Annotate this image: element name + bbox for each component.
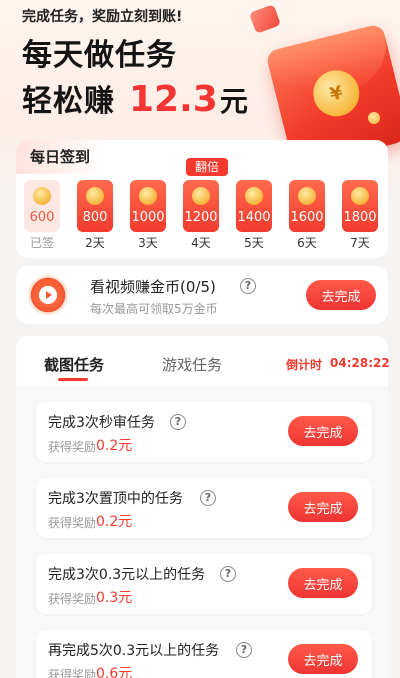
checkin-day-label: 3天 [138, 236, 158, 250]
checkin-day-5[interactable]: 1400 5天 [236, 180, 272, 252]
checkin-day-3[interactable]: 1000 3天 [130, 180, 166, 252]
help-icon[interactable]: ? [236, 642, 252, 658]
coin-icon [86, 187, 104, 205]
coin-icon [245, 187, 263, 205]
task-name: 完成3次秒审任务 [48, 415, 155, 431]
checkin-day-6[interactable]: 1600 6天 [289, 180, 325, 252]
checkin-title: 每日签到 [16, 140, 106, 174]
task-item: 完成3次秒审任务 ? 获得奖励 0.2元 去完成 [36, 402, 372, 462]
task-name: 完成3次置顶中的任务 [48, 491, 183, 507]
task-item: 完成3次置顶中的任务 ? 获得奖励 0.2元 去完成 [36, 478, 372, 538]
help-icon[interactable]: ? [170, 414, 186, 430]
task-name: 完成3次0.3元以上的任务 [48, 567, 206, 583]
help-icon[interactable]: ? [200, 490, 216, 506]
reward-label: 获得奖励 [48, 516, 97, 530]
reward-amount: 0.2元 [96, 514, 133, 530]
hero-earn-text: 轻松赚 [22, 84, 115, 119]
reward-amount: 0.6元 [96, 666, 133, 678]
reward-label: 获得奖励 [48, 668, 97, 678]
checkin-day-label: 6天 [297, 236, 317, 250]
tab-game-tasks[interactable]: 游戏任务 [162, 354, 222, 375]
help-icon[interactable]: ? [220, 566, 236, 582]
reward-amount: 0.3元 [96, 590, 133, 606]
reward-amount: 0.2元 [96, 438, 133, 454]
task-complete-button[interactable]: 去完成 [288, 492, 358, 522]
task-complete-button[interactable]: 去完成 [288, 644, 358, 674]
task-name: 再完成5次0.3元以上的任务 [48, 643, 220, 659]
countdown-label: 倒计时 [286, 358, 323, 372]
checkin-day-value: 1800 [343, 210, 377, 225]
checkin-day-label: 5天 [244, 236, 264, 250]
watch-video-card: 看视频赚金币(0/5) ? 每次最高可领取5万金币 去完成 [16, 266, 388, 324]
checkin-day-label: 7天 [350, 236, 370, 250]
checkin-days: 600 已签 800 2天 1000 3天 1200 4天 1400 5天 16… [24, 180, 382, 252]
task-item: 再完成5次0.3元以上的任务 ? 获得奖励 0.6元 去完成 [36, 630, 372, 678]
coin-icon [139, 187, 157, 205]
checkin-day-value: 600 [29, 210, 55, 225]
checkin-day-value: 800 [82, 210, 108, 225]
cube-decoration-icon [249, 4, 281, 34]
checkin-day-value: 1600 [290, 210, 324, 225]
tab-screenshot-tasks[interactable]: 截图任务 [44, 354, 104, 375]
checkin-day-7[interactable]: 1800 7天 [342, 180, 378, 252]
checkin-day-value: 1400 [237, 210, 271, 225]
checkin-day-4[interactable]: 1200 4天 [183, 180, 219, 252]
coin-decoration-icon [368, 112, 380, 124]
video-task-title: 看视频赚金币(0/5) [90, 278, 216, 296]
countdown-timer: 04:28:22 [330, 356, 390, 370]
play-icon [28, 275, 68, 315]
coin-icon [298, 187, 316, 205]
task-complete-button[interactable]: 去完成 [288, 416, 358, 446]
reward-label: 获得奖励 [48, 440, 97, 454]
video-task-subtitle: 每次最高可领取5万金币 [90, 302, 218, 316]
checkin-day-value: 1200 [184, 210, 218, 225]
hero-title-line1: 每天做任务 [22, 38, 177, 73]
video-complete-button[interactable]: 去完成 [306, 280, 376, 310]
task-panel: 截图任务 游戏任务 倒计时 04:28:22 完成3次秒审任务 ? 获得奖励 0… [16, 336, 390, 678]
checkin-day-2[interactable]: 800 2天 [77, 180, 113, 252]
checkin-day-label: 已签 [29, 236, 54, 250]
hero-amount: 12.3 [129, 79, 218, 120]
task-item: 完成3次0.3元以上的任务 ? 获得奖励 0.3元 去完成 [36, 554, 372, 614]
hero-subtitle: 完成任务，奖励立刻到账! [22, 9, 183, 25]
reward-label: 获得奖励 [48, 592, 97, 606]
coin-icon [351, 187, 369, 205]
checkin-day-value: 1000 [131, 210, 165, 225]
active-tab-indicator [58, 378, 88, 381]
checkin-day-1[interactable]: 600 已签 [24, 180, 60, 252]
checkin-day-label: 2天 [85, 236, 105, 250]
hero-title-line2: 轻松赚 12.3 元 [22, 76, 248, 120]
daily-checkin-card: 每日签到 600 已签 800 2天 1000 3天 1200 4天 1400 … [16, 140, 388, 258]
coin-icon [192, 187, 210, 205]
task-complete-button[interactable]: 去完成 [288, 568, 358, 598]
double-reward-badge: 翻倍 [186, 158, 228, 176]
checkin-day-label: 4天 [191, 236, 211, 250]
help-icon[interactable]: ? [240, 278, 256, 294]
coin-icon [33, 187, 51, 205]
task-tabs-header: 截图任务 游戏任务 倒计时 04:28:22 [16, 336, 390, 386]
hero-unit: 元 [219, 85, 248, 118]
